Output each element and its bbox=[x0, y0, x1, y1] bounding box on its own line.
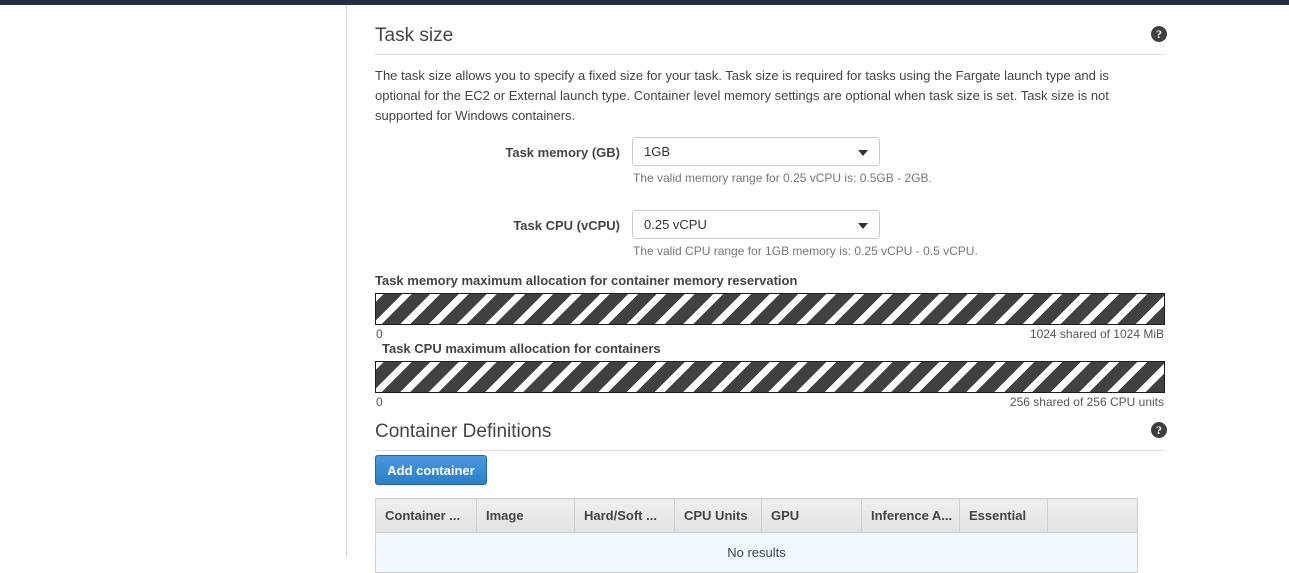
memory-allocation-max: 1024 shared of 1024 MiB bbox=[1029, 327, 1164, 341]
task-memory-hint: The valid memory range for 0.25 vCPU is:… bbox=[633, 171, 932, 185]
task-cpu-label: Task CPU (vCPU) bbox=[513, 218, 620, 233]
column-header-image[interactable]: Image bbox=[476, 498, 575, 533]
column-header-essential[interactable]: Essential bbox=[959, 498, 1048, 533]
column-header-container-name[interactable]: Container ... bbox=[375, 498, 477, 533]
task-memory-value: 1GB bbox=[644, 144, 671, 159]
container-definitions-table: Container ... Image Hard/Soft ... CPU Un… bbox=[375, 498, 1138, 573]
task-memory-label: Task memory (GB) bbox=[505, 145, 620, 160]
cpu-allocation-block: Task CPU maximum allocation for containe… bbox=[375, 341, 1165, 412]
add-container-button[interactable]: Add container bbox=[375, 455, 487, 485]
table-header-row: Container ... Image Hard/Soft ... CPU Un… bbox=[375, 498, 1138, 533]
cpu-allocation-min: 0 bbox=[376, 395, 383, 409]
task-size-header: Task size ? bbox=[375, 21, 1167, 55]
memory-allocation-bar bbox=[375, 293, 1165, 325]
empty-state-message: No results bbox=[375, 532, 1138, 573]
task-cpu-hint: The valid CPU range for 1GB memory is: 0… bbox=[633, 244, 978, 258]
cpu-allocation-bar bbox=[375, 361, 1165, 393]
chevron-down-icon bbox=[858, 223, 868, 229]
column-header-gpu[interactable]: GPU bbox=[761, 498, 862, 533]
memory-allocation-block: Task memory maximum allocation for conta… bbox=[375, 273, 1165, 344]
cpu-allocation-scale: 0 256 shared of 256 CPU units bbox=[375, 395, 1165, 412]
question-circle-icon[interactable]: ? bbox=[1151, 26, 1167, 42]
memory-allocation-label: Task memory maximum allocation for conta… bbox=[375, 273, 798, 288]
page-title: Task size bbox=[375, 25, 454, 46]
chevron-down-icon bbox=[858, 150, 868, 156]
task-memory-select[interactable]: 1GB bbox=[632, 137, 880, 166]
column-header-inference-accelerator[interactable]: Inference A... bbox=[861, 498, 960, 533]
task-cpu-select[interactable]: 0.25 vCPU bbox=[632, 210, 880, 239]
column-header-cpu-units[interactable]: CPU Units bbox=[674, 498, 762, 533]
memory-allocation-min: 0 bbox=[376, 327, 383, 341]
column-header-hard-soft-limits[interactable]: Hard/Soft ... bbox=[574, 498, 675, 533]
container-definitions-header: Container Definitions ? bbox=[375, 417, 1167, 451]
cpu-allocation-label: Task CPU maximum allocation for containe… bbox=[382, 341, 661, 356]
task-size-description: The task size allows you to specify a fi… bbox=[375, 68, 1109, 123]
cpu-allocation-max: 256 shared of 256 CPU units bbox=[1009, 395, 1164, 409]
container-definitions-section: Container Definitions ? bbox=[375, 417, 1167, 451]
table-row: No results bbox=[375, 532, 1138, 573]
task-size-section: Task size ? The task size allows you to … bbox=[375, 21, 1167, 126]
container-definitions-title: Container Definitions bbox=[375, 421, 552, 442]
question-circle-icon[interactable]: ? bbox=[1151, 422, 1167, 438]
column-header-actions bbox=[1047, 498, 1138, 533]
main-content: Task size ? The task size allows you to … bbox=[348, 5, 1289, 573]
left-sidebar bbox=[0, 5, 347, 558]
task-cpu-value: 0.25 vCPU bbox=[644, 217, 707, 232]
